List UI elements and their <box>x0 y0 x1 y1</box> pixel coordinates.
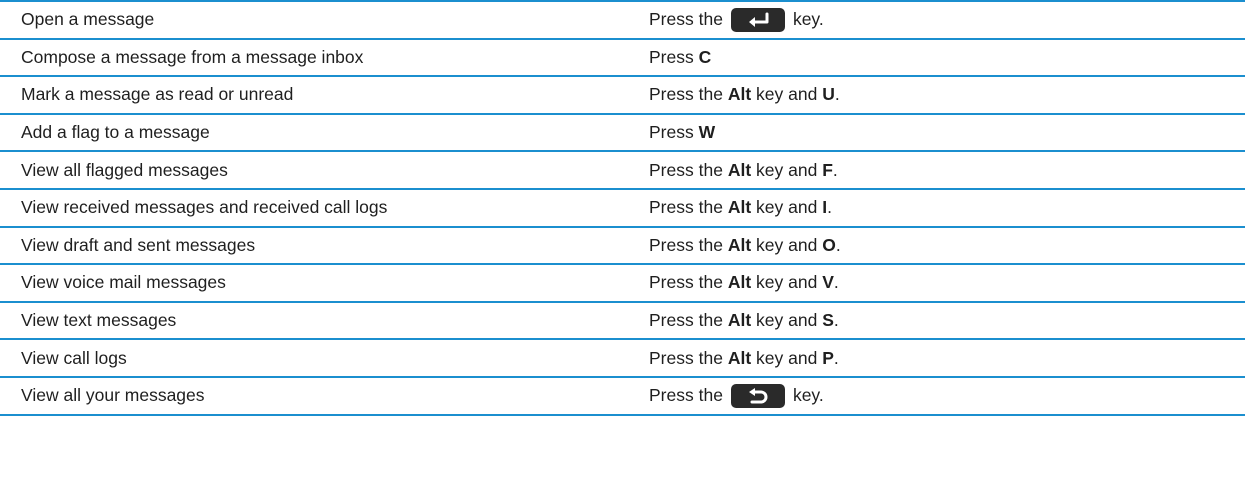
escape-key-icon <box>730 383 785 408</box>
shortcut-text: Press W <box>649 122 716 143</box>
table-row: View draft and sent messages Press the A… <box>0 225 1245 264</box>
shortcut-text: Press the Alt key and O. <box>649 234 841 255</box>
table-row: View received messages and received call… <box>0 187 1245 226</box>
shortcut-text: Press the Alt key and V. <box>649 272 839 293</box>
table-row: Compose a message from a message inbox P… <box>0 37 1245 76</box>
shortcut-text: Press the key. <box>649 2 824 38</box>
table-row: View all your messages Press the key. <box>0 375 1245 416</box>
table-row: View all flagged messages Press the Alt … <box>0 150 1245 188</box>
shortcut-table: Open a message Press the key. Compose a … <box>0 0 1245 416</box>
table-row: View text messages Press the Alt key and… <box>0 300 1245 339</box>
shortcut-text: Press the Alt key and P. <box>649 347 839 368</box>
action-text: Open a message <box>21 9 155 30</box>
shortcut-text: Press the Alt key and I. <box>649 197 832 218</box>
table-row: Mark a message as read or unread Press t… <box>0 75 1245 113</box>
shortcut-text: Press the Alt key and U. <box>649 84 840 105</box>
action-text: Add a flag to a message <box>21 122 210 143</box>
shortcut-text: Press the key. <box>649 378 824 414</box>
action-text: View voice mail messages <box>21 272 226 293</box>
table-row: Open a message Press the key. <box>0 0 1245 38</box>
action-text: View text messages <box>21 310 177 331</box>
table-row: View voice mail messages Press the Alt k… <box>0 263 1245 301</box>
enter-key-icon <box>730 7 785 32</box>
shortcut-text: Press the Alt key and F. <box>649 159 838 180</box>
action-text: View all your messages <box>21 385 205 406</box>
action-text: View draft and sent messages <box>21 234 256 255</box>
action-text: View all flagged messages <box>21 159 228 180</box>
action-text: View call logs <box>21 347 127 368</box>
action-text: Compose a message from a message inbox <box>21 46 364 67</box>
shortcut-text: Press C <box>649 46 712 67</box>
table-row: View call logs Press the Alt key and P. <box>0 338 1245 376</box>
action-text: Mark a message as read or unread <box>21 84 294 105</box>
table-row: Add a flag to a message Press W <box>0 112 1245 151</box>
action-text: View received messages and received call… <box>21 197 388 218</box>
shortcut-text: Press the Alt key and S. <box>649 310 839 331</box>
